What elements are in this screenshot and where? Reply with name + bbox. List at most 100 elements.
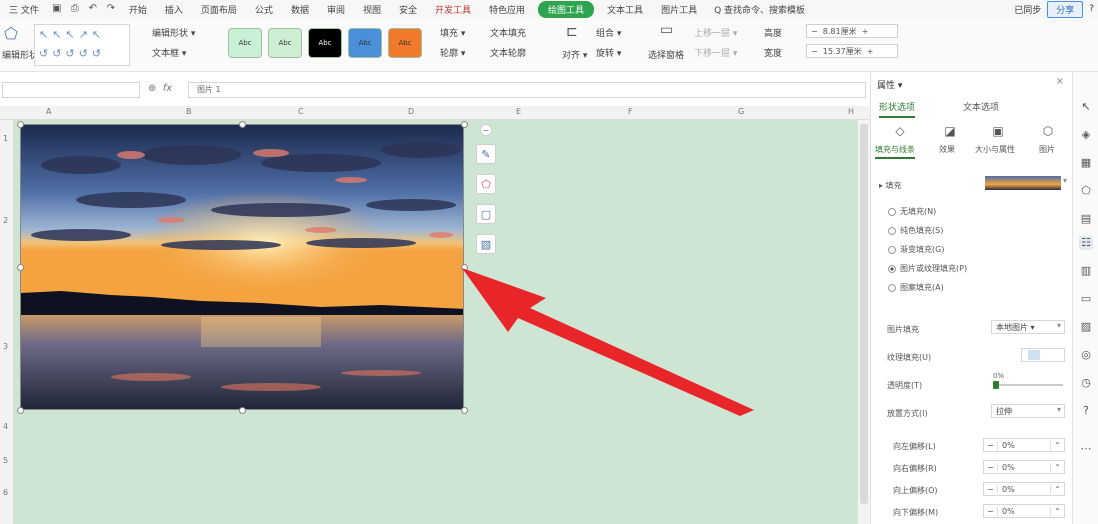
select-pane-button[interactable]: 选择窗格 <box>648 48 684 61</box>
shape-style-button[interactable]: Abc <box>348 28 382 58</box>
fill-button[interactable]: 填充 ▾ <box>440 26 465 39</box>
fill-icon[interactable]: ⬠ <box>476 174 496 194</box>
menu-item[interactable]: 绘图工具 <box>538 0 595 18</box>
radio-dot[interactable] <box>888 226 896 235</box>
panel-title[interactable]: 属性 ▾ <box>877 78 902 91</box>
place-mode-select[interactable]: 拉伸 <box>991 404 1065 418</box>
column-label[interactable]: H <box>848 107 854 116</box>
resize-handle-bottom[interactable] <box>239 407 246 414</box>
column-label[interactable]: B <box>186 107 192 116</box>
shape-style-button[interactable]: Abc <box>388 28 422 58</box>
layer-icon[interactable]: ▭ <box>1079 292 1093 306</box>
column-label[interactable]: F <box>628 107 633 116</box>
decrement-button[interactable]: − <box>984 506 998 516</box>
tab-text-options[interactable]: 文本选项 <box>963 100 999 113</box>
subtab-effect[interactable]: 效果 <box>939 144 955 155</box>
row-label[interactable]: 2 <box>3 216 8 225</box>
fill-preview-thumbnail[interactable] <box>985 176 1061 190</box>
document-icon[interactable]: ▥ <box>1079 264 1093 278</box>
menu-item[interactable]: 数据 <box>282 3 318 16</box>
fill-line-icon[interactable]: ◇ <box>891 124 909 140</box>
picture-crop-icon[interactable]: ▧ <box>476 234 496 254</box>
row-label[interactable]: 1 <box>3 134 8 143</box>
name-box[interactable] <box>2 82 140 98</box>
menu-item[interactable]: 页面布局 <box>192 3 246 16</box>
decrement-button[interactable]: − <box>984 440 998 450</box>
pen-icon[interactable]: ✎ <box>476 144 496 164</box>
grid-icon[interactable]: ▦ <box>1079 156 1093 170</box>
menu-item[interactable]: 图片工具 <box>652 3 706 16</box>
shape-icon[interactable]: ⬠ <box>1079 184 1093 198</box>
row-label[interactable]: 5 <box>3 456 8 465</box>
print-icon[interactable]: ⎙ <box>69 3 81 15</box>
menu-item[interactable]: 视图 <box>354 3 390 16</box>
fill-option-radio[interactable]: 渐变填充(G) <box>888 244 944 255</box>
height-input[interactable]: − 8.81厘米 + <box>806 24 898 38</box>
column-label[interactable]: E <box>516 107 521 116</box>
menu-item[interactable]: 开始 <box>120 3 156 16</box>
menu-item[interactable]: 特色应用 <box>480 3 534 16</box>
edit-shape-icon[interactable]: ⬠ <box>4 24 18 43</box>
search-command[interactable]: Q 查找命令、搜索模板 <box>714 3 805 16</box>
menu-item[interactable]: 开发工具 <box>426 3 480 16</box>
column-label[interactable]: C <box>298 107 304 116</box>
property-icon[interactable]: ☷ <box>1079 236 1093 250</box>
rotate-button[interactable]: 旋转 ▾ <box>596 46 621 59</box>
radio-dot[interactable] <box>888 245 896 254</box>
align-button[interactable]: 对齐 ▾ <box>562 48 587 61</box>
picture-icon[interactable]: ⬡ <box>1039 124 1057 140</box>
resize-handle-top-right[interactable] <box>461 121 468 128</box>
texture-fill-select[interactable] <box>1021 348 1065 362</box>
sunset-picture[interactable] <box>20 124 464 410</box>
send-backward-button[interactable]: 下移一层 ▾ <box>694 46 737 59</box>
fill-bucket-icon[interactable]: ◈ <box>1079 128 1093 142</box>
resize-handle-bottom-left[interactable] <box>17 407 24 414</box>
undo-icon[interactable]: ↶ <box>87 3 99 15</box>
row-label[interactable]: 4 <box>3 422 8 431</box>
column-label[interactable]: D <box>408 107 414 116</box>
worksheet-canvas[interactable]: − ✎ ⬠ ▢ ▧ <box>14 120 858 524</box>
offset-stepper[interactable]: −0% ⌃ <box>983 482 1065 496</box>
resize-handle-left[interactable] <box>17 264 24 271</box>
increment-button[interactable]: ⌃ <box>1050 506 1064 516</box>
transparency-slider[interactable] <box>993 381 1063 389</box>
collapse-tools-icon[interactable]: − <box>480 124 492 136</box>
offset-value[interactable]: 0% <box>998 463 1050 472</box>
subtab-fill-line[interactable]: 填充与线条 <box>875 144 915 159</box>
chart-icon[interactable]: ▤ <box>1079 212 1093 226</box>
resize-handle-top-left[interactable] <box>17 121 24 128</box>
shape-style-button[interactable]: Abc <box>308 28 342 58</box>
fill-option-radio[interactable]: 图案填充(A) <box>888 282 944 293</box>
text-fill-button[interactable]: 文本填充 <box>490 26 526 39</box>
formula-input[interactable]: 图片 1 <box>188 82 866 98</box>
outline-button[interactable]: 轮廓 ▾ <box>440 46 465 59</box>
fx-icon[interactable]: ⊕ fx <box>148 83 172 94</box>
shape-gallery[interactable]: ↖↖↖↗↖ ↺↺↺↺↺ <box>34 24 130 66</box>
radio-dot[interactable] <box>888 207 896 216</box>
increment-button[interactable]: ⌃ <box>1050 484 1064 494</box>
menu-item[interactable]: 审阅 <box>318 3 354 16</box>
bring-forward-button[interactable]: 上移一层 ▾ <box>694 26 737 39</box>
decrement-button[interactable]: − <box>984 462 998 472</box>
increment-button[interactable]: ⌃ <box>1050 440 1064 450</box>
select-pane-icon[interactable]: ▭ <box>660 22 673 38</box>
save-icon[interactable]: ▣ <box>51 3 63 15</box>
help-circle-icon[interactable]: ? <box>1079 404 1093 418</box>
size-icon[interactable]: ▣ <box>989 124 1007 140</box>
image-icon[interactable]: ▨ <box>1079 320 1093 334</box>
increment-button[interactable]: ⌃ <box>1050 462 1064 472</box>
text-box-button[interactable]: 文本框 ▾ <box>152 46 186 59</box>
help-icon[interactable]: ? <box>1089 4 1094 14</box>
menu-item[interactable]: 文本工具 <box>598 3 652 16</box>
shape-style-button[interactable]: Abc <box>268 28 302 58</box>
offset-value[interactable]: 0% <box>998 441 1050 450</box>
vertical-scrollbar[interactable] <box>858 120 870 524</box>
cursor-icon[interactable]: ↖ <box>1079 100 1093 114</box>
file-menu[interactable]: 三 文件 <box>0 3 48 16</box>
scroll-thumb[interactable] <box>860 124 868 504</box>
fill-option-radio[interactable]: 图片或纹理填充(P) <box>888 263 967 274</box>
offset-stepper[interactable]: −0% ⌃ <box>983 438 1065 452</box>
fill-option-radio[interactable]: 无填充(N) <box>888 206 936 217</box>
row-label[interactable]: 3 <box>3 342 8 351</box>
offset-stepper[interactable]: −0% ⌃ <box>983 504 1065 518</box>
